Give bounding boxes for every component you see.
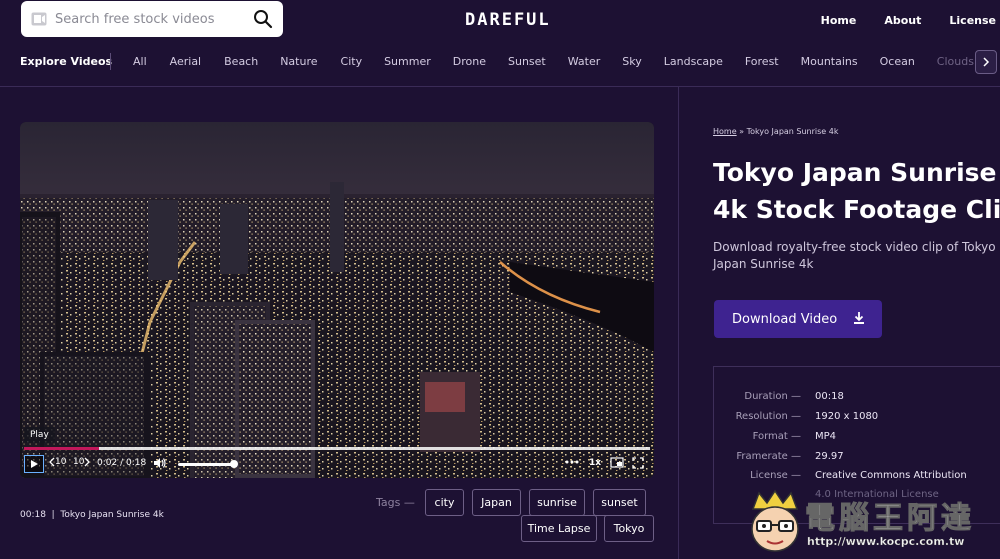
video-icon	[31, 12, 47, 26]
category-forest[interactable]: Forest	[745, 55, 779, 68]
search-box[interactable]	[21, 1, 283, 37]
watermark-url: http://www.kocpc.com.tw	[807, 535, 965, 548]
category-ocean[interactable]: Ocean	[880, 55, 915, 68]
category-beach[interactable]: Beach	[224, 55, 258, 68]
video-frame-city-night[interactable]	[20, 122, 654, 478]
category-sunset[interactable]: Sunset	[508, 55, 546, 68]
breadcrumb-current: » Tokyo Japan Sunrise 4k	[739, 127, 839, 136]
progress-fill	[24, 447, 100, 450]
player-controls: 10 10 0:02 / 0:18 1x	[20, 455, 654, 477]
volume-slider-handle[interactable]	[229, 460, 238, 468]
explore-videos-label: Explore Videos	[20, 55, 113, 68]
forward-label: 10	[73, 457, 85, 467]
video-player[interactable]: Play 10 10 0:02 / 0:18 1x	[20, 122, 654, 478]
meta-row-format: Format — MP4	[714, 431, 1000, 449]
category-city[interactable]: City	[341, 55, 363, 68]
tag-sunset[interactable]: sunset	[593, 489, 646, 516]
search-input[interactable]	[55, 11, 249, 27]
site-header: DAREFUL Home About License	[0, 0, 1000, 40]
play-icon	[31, 460, 38, 468]
meta-value: 1920 x 1080	[815, 411, 879, 422]
tag-city[interactable]: city	[425, 489, 464, 516]
tag-tokyo[interactable]: Tokyo	[604, 515, 654, 542]
meta-value[interactable]: Creative Commons Attribution	[815, 470, 967, 481]
mascot-face-icon	[751, 489, 799, 552]
category-summer[interactable]: Summer	[384, 55, 431, 68]
page-title-line-2: 4k Stock Footage Clip	[713, 195, 1000, 224]
meta-key: Duration —	[744, 391, 801, 402]
meta-row-framerate: Framerate — 29.97	[714, 451, 1000, 469]
category-list: All Aerial Beach Nature City Summer Dron…	[133, 55, 998, 68]
meta-row-duration: Duration — 00:18	[714, 391, 1000, 409]
category-landscape[interactable]: Landscape	[664, 55, 723, 68]
forward-10-button[interactable]: 10	[73, 457, 91, 467]
top-nav: Home About License	[793, 0, 1000, 40]
progress-bar[interactable]	[24, 447, 650, 450]
breadcrumb: Home » Tokyo Japan Sunrise 4k	[713, 127, 839, 136]
category-nature[interactable]: Nature	[280, 55, 317, 68]
category-sky[interactable]: Sky	[622, 55, 641, 68]
watermark-overlay: 電腦王阿達 http://www.kocpc.com.tw	[745, 487, 995, 557]
column-divider	[678, 86, 679, 559]
tags-label: Tags —	[376, 496, 415, 509]
picture-in-picture-icon	[610, 457, 624, 468]
page-title-line-1: Tokyo Japan Sunrise	[713, 158, 997, 187]
header-divider	[0, 86, 1000, 87]
download-icon	[854, 312, 864, 324]
picture-in-picture-button[interactable]	[610, 457, 624, 468]
more-options-button[interactable]	[565, 457, 579, 467]
download-video-button[interactable]: Download Video	[714, 300, 882, 338]
fullscreen-button[interactable]	[632, 457, 644, 469]
more-dots-icon	[565, 460, 579, 464]
category-drone[interactable]: Drone	[453, 55, 486, 68]
category-divider	[110, 53, 111, 70]
chevron-right-icon	[983, 57, 990, 67]
page-title: Tokyo Japan Sunrise 4k Stock Footage Cli…	[713, 154, 1000, 228]
page-description: Download royalty-free stock video clip o…	[713, 240, 996, 271]
meta-key: Framerate —	[736, 451, 801, 462]
fullscreen-icon	[632, 457, 644, 469]
play-button[interactable]	[24, 455, 44, 473]
category-aerial[interactable]: Aerial	[170, 55, 201, 68]
rewind-10-button[interactable]: 10	[49, 457, 66, 467]
meta-key: Resolution —	[735, 411, 801, 422]
playback-speed-button[interactable]: 1x	[589, 458, 601, 468]
category-water[interactable]: Water	[568, 55, 601, 68]
nav-about[interactable]: About	[884, 14, 921, 27]
watermark-text: 電腦王阿達	[805, 501, 975, 537]
meta-row-license: License — Creative Commons Attribution	[714, 470, 1000, 488]
nav-home[interactable]: Home	[821, 14, 857, 27]
category-all[interactable]: All	[133, 55, 147, 68]
category-mountains[interactable]: Mountains	[801, 55, 858, 68]
tag-japan[interactable]: Japan	[472, 489, 521, 516]
tag-sunrise[interactable]: sunrise	[529, 489, 585, 516]
meta-value: 29.97	[815, 451, 844, 462]
volume-icon	[154, 458, 166, 468]
play-tooltip: Play	[24, 427, 55, 443]
category-clouds[interactable]: Clouds	[937, 55, 974, 68]
tag-time-lapse[interactable]: Time Lapse	[521, 515, 597, 542]
nav-license[interactable]: License	[949, 14, 996, 27]
forward-icon	[84, 457, 91, 467]
meta-value: 00:18	[815, 391, 844, 402]
rewind-label: 10	[55, 457, 67, 467]
meta-value: MP4	[815, 431, 837, 442]
breadcrumb-home-link[interactable]: Home	[713, 127, 737, 136]
volume-slider[interactable]	[178, 463, 234, 466]
video-caption: 00:18 | Tokyo Japan Sunrise 4k	[20, 510, 164, 520]
search-icon[interactable]	[253, 9, 273, 29]
meta-key: License —	[750, 470, 801, 481]
category-bar: Explore Videos All Aerial Beach Nature C…	[0, 40, 1000, 84]
download-label: Download Video	[732, 311, 838, 327]
site-logo[interactable]: DAREFUL	[465, 10, 551, 30]
category-next-button[interactable]	[975, 50, 997, 74]
meta-key: Format —	[752, 431, 801, 442]
mute-button[interactable]	[153, 457, 167, 469]
time-display: 0:02 / 0:18	[97, 458, 147, 468]
meta-row-resolution: Resolution — 1920 x 1080	[714, 411, 1000, 429]
